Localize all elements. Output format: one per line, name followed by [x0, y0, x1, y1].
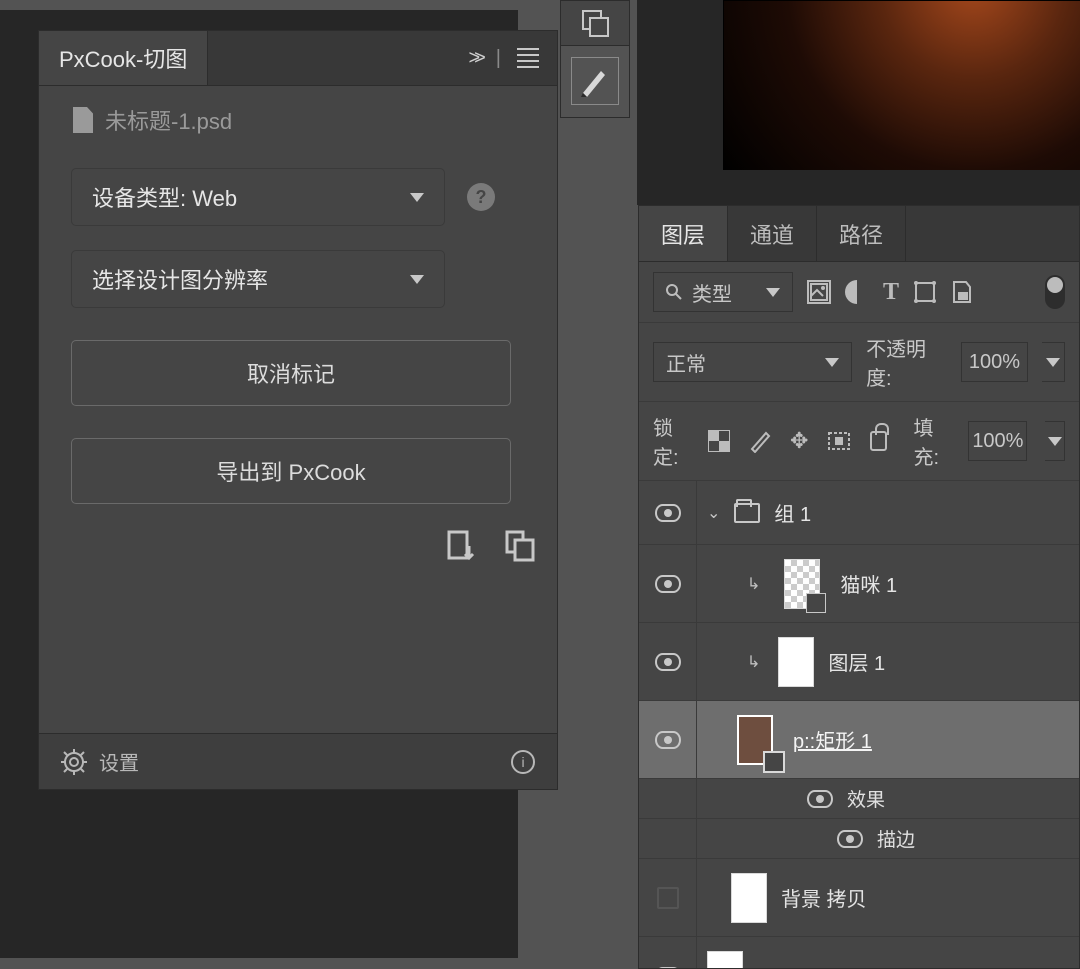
visibility-toggle[interactable]: [655, 653, 681, 671]
shape-badge-icon: [763, 751, 785, 773]
visibility-toggle[interactable]: [655, 967, 681, 968]
fill-input[interactable]: 100%: [968, 421, 1027, 461]
layer-thumbnail: [731, 873, 767, 923]
panel-menu-icon[interactable]: [517, 48, 539, 68]
layers-panel-tabs: 图层 通道 路径: [639, 206, 1079, 262]
caret-down-icon: [1048, 437, 1062, 446]
lock-row: 锁定: ✥ 填充: 100%: [639, 402, 1079, 481]
settings-label[interactable]: 设置: [99, 747, 139, 776]
tab-layers[interactable]: 图层: [639, 206, 728, 261]
pxcook-panel: PxCook-切图 >> | 未标题-1.psd 设备类型: Web ? 选择设…: [38, 30, 558, 790]
lock-label: 锁定:: [653, 412, 690, 470]
filter-toggle[interactable]: [1045, 275, 1065, 309]
caret-down-icon: [410, 275, 424, 284]
pxcook-tab[interactable]: PxCook-切图: [39, 31, 208, 85]
fx-label: 效果: [847, 785, 885, 812]
layer-list: ⌄ 组 1 ↳ 猫咪 1 ↳ 图层 1: [639, 481, 1079, 968]
caret-down-icon: [410, 193, 424, 202]
filter-shape-icon[interactable]: [913, 280, 937, 304]
tab-paths[interactable]: 路径: [817, 206, 906, 261]
layer-row-group[interactable]: ⌄ 组 1: [639, 481, 1079, 545]
layer-row-layer1[interactable]: ↳ 图层 1: [639, 623, 1079, 701]
disclosure-icon[interactable]: ⌄: [707, 503, 720, 523]
folder-icon: [734, 503, 760, 523]
file-icon: [73, 107, 93, 133]
device-type-select[interactable]: 设备类型: Web: [71, 168, 445, 226]
layer-name: 背景 拷贝: [781, 883, 867, 912]
export-pxcook-button[interactable]: 导出到 PxCook: [71, 438, 511, 504]
layer-fx-row[interactable]: 效果: [639, 779, 1079, 819]
filter-type-label: 类型: [692, 278, 732, 307]
layer-name: 组 1: [774, 498, 811, 527]
help-icon[interactable]: ?: [467, 183, 495, 211]
caret-down-icon: [825, 358, 839, 367]
clip-indicator-icon: ↳: [747, 652, 760, 672]
fill-dropdown[interactable]: [1045, 421, 1065, 461]
device-type-value: 设备类型: Web: [92, 181, 237, 213]
filter-type-select[interactable]: 类型: [653, 272, 793, 312]
blend-mode-value: 正常: [666, 348, 706, 377]
resolution-value: 选择设计图分辨率: [92, 263, 268, 295]
layer-row-bg[interactable]: 背景: [639, 937, 1079, 968]
import-icon[interactable]: [445, 528, 479, 562]
file-name: 未标题-1.psd: [105, 104, 232, 136]
visibility-toggle[interactable]: [655, 731, 681, 749]
layer-name: 背景: [757, 962, 797, 969]
layer-row-cat[interactable]: ↳ 猫咪 1: [639, 545, 1079, 623]
filter-smart-icon[interactable]: [951, 279, 973, 305]
fx-stroke-label: 描边: [877, 825, 915, 852]
layer-filter-row: 类型 T: [639, 262, 1079, 323]
filter-pixel-icon[interactable]: [807, 280, 831, 304]
layer-name: p::矩形 1: [793, 725, 872, 754]
layer-name: 图层 1: [828, 647, 885, 676]
lock-artboard-icon[interactable]: [826, 430, 852, 452]
collapse-panel-icon[interactable]: >>: [468, 47, 479, 70]
settings-gear-icon[interactable]: [61, 749, 87, 775]
search-icon: [666, 284, 682, 300]
blend-mode-select[interactable]: 正常: [653, 342, 852, 382]
opacity-label: 不透明度:: [866, 333, 946, 391]
visibility-toggle[interactable]: [655, 575, 681, 593]
layer-name: 猫咪 1: [840, 569, 897, 598]
layer-fx-stroke-row[interactable]: 描边: [639, 819, 1079, 859]
tab-channels[interactable]: 通道: [728, 206, 817, 261]
visibility-toggle[interactable]: [655, 504, 681, 522]
lock-paint-icon[interactable]: [748, 429, 772, 453]
resolution-select[interactable]: 选择设计图分辨率: [71, 250, 445, 308]
caret-down-icon: [766, 288, 780, 297]
layer-row-bgcopy[interactable]: 背景 拷贝: [639, 859, 1079, 937]
overlap-tool-icon[interactable]: [561, 1, 629, 46]
file-row: 未标题-1.psd: [39, 86, 557, 148]
opacity-dropdown[interactable]: [1042, 342, 1065, 382]
filter-text-icon[interactable]: T: [883, 279, 899, 306]
layer-row-rect[interactable]: p::矩形 1: [639, 701, 1079, 779]
export-stack-icon[interactable]: [503, 528, 539, 562]
tool-options-dock: [560, 0, 630, 118]
unmark-button-label: 取消标记: [247, 357, 335, 389]
visibility-toggle[interactable]: [807, 790, 833, 808]
layers-panel: 图层 通道 路径 类型 T 正常 不透明度: 100% 锁定: ✥ 填充: 10: [638, 205, 1080, 969]
filter-adjust-icon[interactable]: [845, 280, 869, 304]
pxcook-panel-tabs: PxCook-切图 >> |: [39, 31, 557, 86]
pxcook-panel-footer: 设置 i: [39, 733, 557, 789]
caret-down-icon: [1046, 358, 1060, 367]
lock-position-icon[interactable]: ✥: [790, 428, 808, 454]
unmark-button[interactable]: 取消标记: [71, 340, 511, 406]
divider: |: [496, 47, 501, 70]
opacity-input[interactable]: 100%: [961, 342, 1029, 382]
clip-indicator-icon: ↳: [747, 574, 760, 594]
layer-thumbnail: [778, 637, 814, 687]
smart-object-badge-icon: [806, 593, 826, 613]
fill-label: 填充:: [913, 412, 950, 470]
lock-all-icon[interactable]: [870, 431, 887, 451]
export-button-label: 导出到 PxCook: [216, 455, 365, 487]
lock-transparency-icon[interactable]: [708, 430, 730, 452]
document-canvas-preview: [723, 0, 1080, 170]
visibility-toggle[interactable]: [657, 887, 679, 909]
info-icon[interactable]: i: [511, 750, 535, 774]
visibility-toggle[interactable]: [837, 830, 863, 848]
brush-tool-icon[interactable]: [571, 57, 619, 105]
layer-thumbnail: [707, 951, 743, 968]
blend-row: 正常 不透明度: 100%: [639, 323, 1079, 402]
